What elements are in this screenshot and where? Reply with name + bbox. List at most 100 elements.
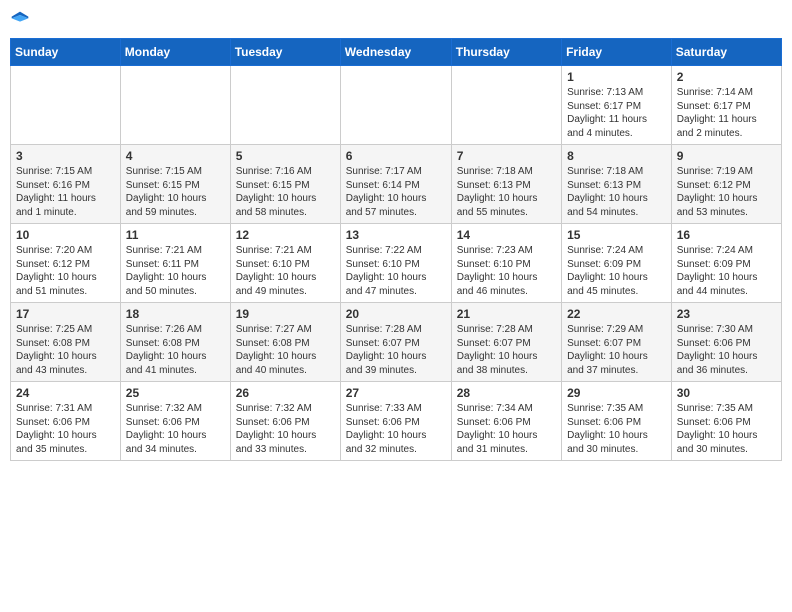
logo-icon [10,10,30,30]
day-number: 25 [126,386,225,400]
day-number: 17 [16,307,115,321]
day-info: Sunrise: 7:19 AM Sunset: 6:12 PM Dayligh… [677,165,776,219]
day-info: Sunrise: 7:18 AM Sunset: 6:13 PM Dayligh… [567,165,666,219]
day-info: Sunrise: 7:23 AM Sunset: 6:10 PM Dayligh… [457,244,556,298]
calendar-cell: 4Sunrise: 7:15 AM Sunset: 6:15 PM Daylig… [120,145,230,224]
day-info: Sunrise: 7:26 AM Sunset: 6:08 PM Dayligh… [126,323,225,377]
weekday-header: Wednesday [340,39,451,66]
day-info: Sunrise: 7:35 AM Sunset: 6:06 PM Dayligh… [567,402,666,456]
day-info: Sunrise: 7:28 AM Sunset: 6:07 PM Dayligh… [346,323,446,377]
day-number: 21 [457,307,556,321]
day-number: 11 [126,228,225,242]
calendar-cell: 28Sunrise: 7:34 AM Sunset: 6:06 PM Dayli… [451,382,561,461]
calendar-week-row: 17Sunrise: 7:25 AM Sunset: 6:08 PM Dayli… [11,303,782,382]
calendar-cell: 5Sunrise: 7:16 AM Sunset: 6:15 PM Daylig… [230,145,340,224]
day-number: 23 [677,307,776,321]
day-info: Sunrise: 7:35 AM Sunset: 6:06 PM Dayligh… [677,402,776,456]
day-info: Sunrise: 7:27 AM Sunset: 6:08 PM Dayligh… [236,323,335,377]
weekday-header: Tuesday [230,39,340,66]
day-info: Sunrise: 7:32 AM Sunset: 6:06 PM Dayligh… [236,402,335,456]
day-number: 9 [677,149,776,163]
day-number: 8 [567,149,666,163]
calendar-cell: 12 Sunrise: 7:21 AM Sunset: 6:10 PM Dayli… [230,224,340,303]
day-info: Sunrise: 7:29 AM Sunset: 6:07 PM Dayligh… [567,323,666,377]
weekday-header: Thursday [451,39,561,66]
calendar-cell: 19 Sunrise: 7:27 AM Sunset: 6:08 PM Dayli… [230,303,340,382]
calendar-week-row: 10 Sunrise: 7:20 AM Sunset: 6:12 PM Dayli… [11,224,782,303]
day-number: 18 [126,307,225,321]
calendar-cell: 9 Sunrise: 7:19 AM Sunset: 6:12 PM Daylig… [671,145,781,224]
day-info: Sunrise: 7:18 AM Sunset: 6:13 PM Dayligh… [457,165,556,219]
calendar-cell: 14 Sunrise: 7:23 AM Sunset: 6:10 PM Dayli… [451,224,561,303]
day-number: 2 [677,70,776,84]
calendar-cell: 3Sunrise: 7:15 AM Sunset: 6:16 PM Daylig… [11,145,121,224]
calendar-cell: 7 Sunrise: 7:18 AM Sunset: 6:13 PM Daylig… [451,145,561,224]
calendar-week-row: 24 Sunrise: 7:31 AM Sunset: 6:06 PM Dayli… [11,382,782,461]
calendar-table: SundayMondayTuesdayWednesdayThursdayFrid… [10,38,782,461]
day-info: Sunrise: 7:30 AM Sunset: 6:06 PM Dayligh… [677,323,776,377]
calendar-cell [11,66,121,145]
day-info: Sunrise: 7:28 AM Sunset: 6:07 PM Dayligh… [457,323,556,377]
day-info: Sunrise: 7:14 AM Sunset: 6:17 PM Dayligh… [677,86,776,140]
calendar-cell: 18 Sunrise: 7:26 AM Sunset: 6:08 PM Dayli… [120,303,230,382]
day-info: Sunrise: 7:21 AM Sunset: 6:11 PM Dayligh… [126,244,225,298]
page-header [10,10,782,30]
day-info: Sunrise: 7:15 AM Sunset: 6:15 PM Dayligh… [126,165,225,219]
day-info: Sunrise: 7:33 AM Sunset: 6:06 PM Dayligh… [346,402,446,456]
day-number: 15 [567,228,666,242]
weekday-header: Sunday [11,39,121,66]
calendar-cell: 25 Sunrise: 7:32 AM Sunset: 6:06 PM Dayli… [120,382,230,461]
calendar-cell [230,66,340,145]
day-info: Sunrise: 7:15 AM Sunset: 6:16 PM Dayligh… [16,165,115,219]
day-info: Sunrise: 7:32 AM Sunset: 6:06 PM Dayligh… [126,402,225,456]
calendar-cell: 10 Sunrise: 7:20 AM Sunset: 6:12 PM Dayli… [11,224,121,303]
weekday-header: Friday [562,39,672,66]
calendar-cell: 29 Sunrise: 7:35 AM Sunset: 6:06 PM Dayli… [562,382,672,461]
day-info: Sunrise: 7:20 AM Sunset: 6:12 PM Dayligh… [16,244,115,298]
day-info: Sunrise: 7:24 AM Sunset: 6:09 PM Dayligh… [567,244,666,298]
day-number: 28 [457,386,556,400]
day-number: 27 [346,386,446,400]
day-info: Sunrise: 7:13 AM Sunset: 6:17 PM Dayligh… [567,86,666,140]
weekday-header: Monday [120,39,230,66]
day-number: 13 [346,228,446,242]
calendar-cell: 15 Sunrise: 7:24 AM Sunset: 6:09 PM Dayli… [562,224,672,303]
day-number: 1 [567,70,666,84]
day-number: 5 [236,149,335,163]
logo [10,10,34,30]
calendar-cell [120,66,230,145]
day-info: Sunrise: 7:17 AM Sunset: 6:14 PM Dayligh… [346,165,446,219]
calendar-cell: 6 Sunrise: 7:17 AM Sunset: 6:14 PM Daylig… [340,145,451,224]
calendar-cell: 22 Sunrise: 7:29 AM Sunset: 6:07 PM Dayli… [562,303,672,382]
calendar-week-row: 1 Sunrise: 7:13 AM Sunset: 6:17 PM Daylig… [11,66,782,145]
calendar-cell: 16Sunrise: 7:24 AM Sunset: 6:09 PM Dayli… [671,224,781,303]
day-number: 16 [677,228,776,242]
day-info: Sunrise: 7:31 AM Sunset: 6:06 PM Dayligh… [16,402,115,456]
calendar-cell: 8 Sunrise: 7:18 AM Sunset: 6:13 PM Daylig… [562,145,672,224]
calendar-cell: 20 Sunrise: 7:28 AM Sunset: 6:07 PM Dayli… [340,303,451,382]
day-number: 7 [457,149,556,163]
day-number: 22 [567,307,666,321]
calendar-cell [451,66,561,145]
day-number: 19 [236,307,335,321]
calendar-header-row: SundayMondayTuesdayWednesdayThursdayFrid… [11,39,782,66]
calendar-cell: 30 Sunrise: 7:35 AM Sunset: 6:06 PM Dayli… [671,382,781,461]
calendar-cell: 13 Sunrise: 7:22 AM Sunset: 6:10 PM Dayli… [340,224,451,303]
calendar-cell: 11 Sunrise: 7:21 AM Sunset: 6:11 PM Dayli… [120,224,230,303]
day-info: Sunrise: 7:21 AM Sunset: 6:10 PM Dayligh… [236,244,335,298]
day-info: Sunrise: 7:22 AM Sunset: 6:10 PM Dayligh… [346,244,446,298]
calendar-cell: 27 Sunrise: 7:33 AM Sunset: 6:06 PM Dayli… [340,382,451,461]
day-number: 24 [16,386,115,400]
day-number: 6 [346,149,446,163]
day-number: 14 [457,228,556,242]
calendar-cell: 2 Sunrise: 7:14 AM Sunset: 6:17 PM Daylig… [671,66,781,145]
day-number: 29 [567,386,666,400]
calendar-cell: 24 Sunrise: 7:31 AM Sunset: 6:06 PM Dayli… [11,382,121,461]
day-number: 20 [346,307,446,321]
day-number: 30 [677,386,776,400]
calendar-cell [340,66,451,145]
day-number: 10 [16,228,115,242]
calendar-cell: 23 Sunrise: 7:30 AM Sunset: 6:06 PM Dayli… [671,303,781,382]
day-number: 12 [236,228,335,242]
day-number: 26 [236,386,335,400]
